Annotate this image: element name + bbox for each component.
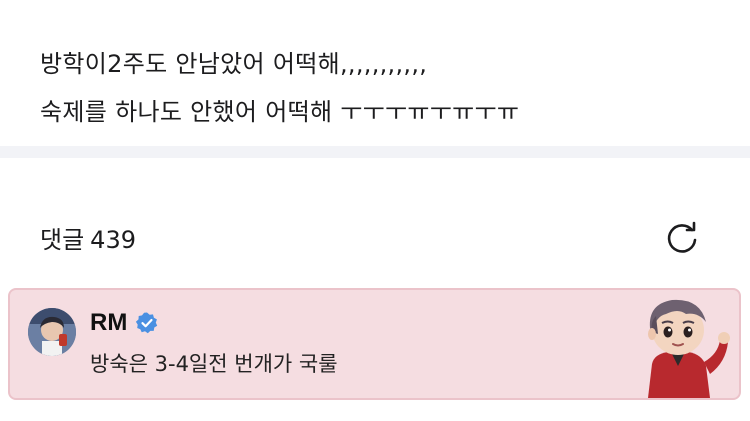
refresh-icon: [667, 221, 697, 253]
verified-badge-icon: [136, 312, 158, 334]
refresh-button[interactable]: [660, 216, 704, 260]
comment-author-row: RM: [90, 308, 159, 338]
post-body: 방학이2주도 안남았어 어떡해,,,,,,,,,,, 숙제를 하나도 안했어 어…: [0, 0, 750, 146]
section-divider: [0, 146, 750, 158]
character-sticker-image: [648, 299, 730, 398]
comments-header: 댓글 439: [0, 210, 750, 262]
comments-title: 댓글 439: [40, 220, 136, 255]
comment-author[interactable]: RM: [90, 309, 127, 337]
avatar-image: [28, 308, 76, 356]
highlighted-comment[interactable]: RM 방숙은 3-4일전 번개가 국룰: [8, 288, 741, 400]
post-text-line-1: 방학이2주도 안남았어 어떡해,,,,,,,,,,,: [40, 50, 428, 78]
comments-label: 댓글: [40, 226, 85, 254]
post-text-line-2: 숙제를 하나도 안했어 어떡해 ㅜㅜㅜㅠㅜㅠㅜㅠ: [40, 98, 520, 126]
comment-text: 방숙은 3-4일전 번개가 국룰: [90, 352, 338, 376]
avatar[interactable]: [28, 308, 76, 356]
comments-count: 439: [90, 226, 136, 254]
